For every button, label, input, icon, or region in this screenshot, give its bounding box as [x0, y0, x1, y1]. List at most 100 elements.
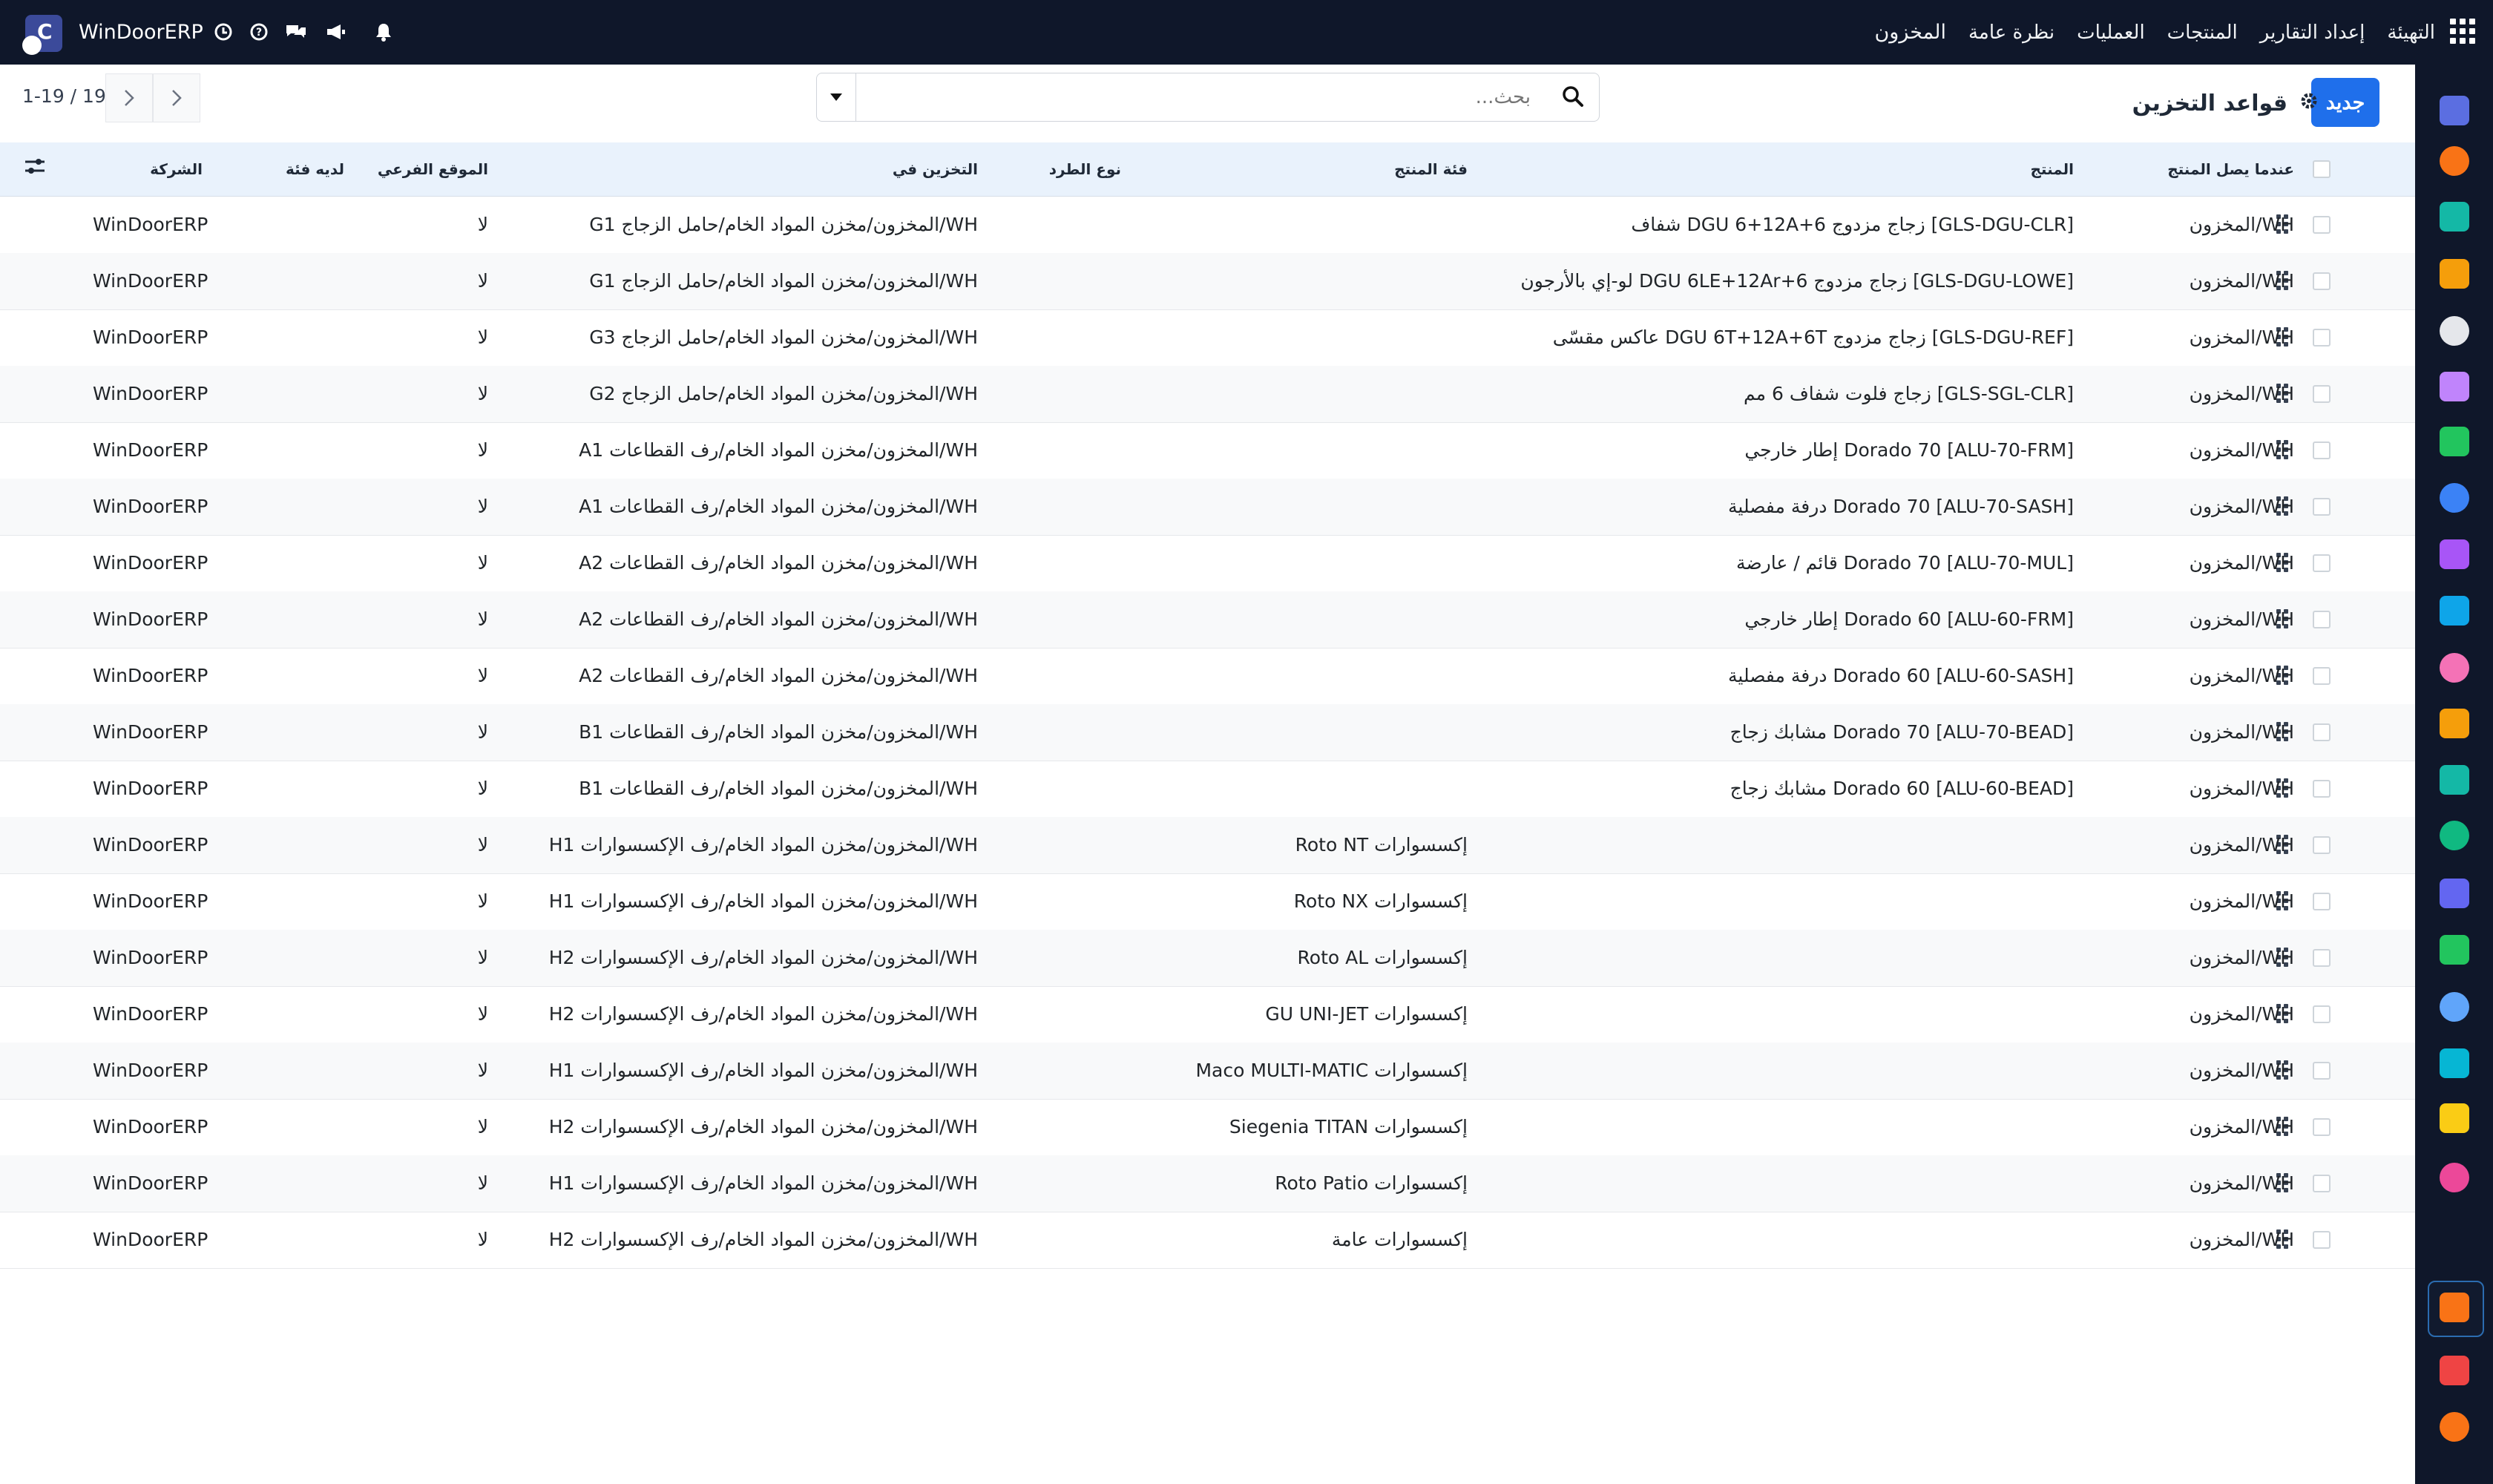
cell-store-to: WH/المخزون/مخزن المواد الخام/رف القطاعات… [579, 496, 978, 517]
column-header-arrival[interactable]: عندما يصل المنتج [2167, 142, 2294, 196]
column-header-company[interactable]: الشركة [150, 142, 203, 196]
row-checkbox[interactable] [2313, 893, 2331, 910]
select-all-checkbox[interactable] [2313, 160, 2331, 178]
row-checkbox[interactable] [2313, 1175, 2331, 1192]
menu-products[interactable]: المنتجات [2167, 22, 2238, 44]
table-row[interactable]: WH/المخزون [GLS-DGU-LOWE] زجاج مزدوج DGU … [0, 253, 2415, 310]
calendar-app-icon[interactable] [2440, 709, 2469, 738]
search-icon[interactable] [1560, 84, 1586, 109]
row-checkbox[interactable] [2313, 1005, 2331, 1023]
row-checkbox[interactable] [2313, 780, 2331, 798]
row-checkbox[interactable] [2313, 667, 2331, 685]
column-header-product-category[interactable]: فئة المنتج [1394, 142, 1468, 196]
row-checkbox[interactable] [2313, 554, 2331, 572]
row-checkbox[interactable] [2313, 611, 2331, 628]
column-header-package-type[interactable]: نوع الطرد [1049, 142, 1121, 196]
table-row[interactable]: WH/المخزون إكسسوارات Roto Patio WH/المخزون… [0, 1155, 2415, 1212]
cell-sublocation: لا [477, 326, 488, 348]
activity-clock-icon[interactable] [212, 21, 234, 43]
cell-sublocation: لا [477, 778, 488, 799]
pager-value[interactable]: 1-19 / 19 [22, 48, 106, 145]
table-row[interactable]: WH/المخزون إكسسوارات Roto NT WH/المخزون/مخ… [0, 817, 2415, 874]
row-checkbox[interactable] [2313, 836, 2331, 854]
menu-overview[interactable]: نظرة عامة [1968, 22, 2054, 44]
menu-operations[interactable]: العمليات [2077, 22, 2145, 44]
table-row[interactable]: WH/المخزون إكسسوارات Roto NX WH/المخزون/مخ… [0, 873, 2415, 930]
table-row[interactable]: WH/المخزون [GLS-DGU-REF] زجاج مزدوج DGU 6… [0, 309, 2415, 367]
cell-company: WinDoorERP [93, 890, 208, 912]
row-checkbox[interactable] [2313, 329, 2331, 347]
menu-reporting[interactable]: إعداد التقارير [2260, 22, 2365, 44]
announcement-icon[interactable] [325, 21, 347, 43]
notifications-bell-icon[interactable] [372, 21, 395, 43]
dashboard-app-icon[interactable] [2440, 879, 2469, 908]
pager-next-button[interactable] [153, 73, 200, 122]
pager-previous-button[interactable] [105, 73, 153, 122]
reporting-app-icon[interactable] [2440, 259, 2469, 289]
chat-app-icon[interactable] [2440, 146, 2469, 176]
table-row[interactable]: WH/المخزون إكسسوارات Roto AL WH/المخزون/مخ… [0, 930, 2415, 987]
table-row[interactable]: WH/المخزون إكسسوارات Siegenia TITAN WH/الم… [0, 1099, 2415, 1156]
new-button[interactable]: جديد [2311, 78, 2379, 127]
column-header-sublocation[interactable]: الموقع الفرعي [378, 142, 488, 196]
table-row[interactable]: WH/المخزون [ALU-70-MUL] Dorado 70 قائم / … [0, 535, 2415, 592]
inventory-box-app-icon[interactable] [2440, 316, 2469, 346]
cell-store-to: WH/المخزون/مخزن المواد الخام/حامل الزجاج… [589, 270, 978, 292]
column-header-store-to[interactable]: التخزين في [893, 142, 978, 196]
table-row[interactable]: WH/المخزون إكسسوارات GU UNI-JET WH/المخزون… [0, 986, 2415, 1043]
table-row[interactable]: WH/المخزون [ALU-70-SASH] Dorado 70 درفة م… [0, 479, 2415, 536]
table-row[interactable]: WH/المخزون [ALU-60-SASH] Dorado 60 درفة م… [0, 648, 2415, 705]
pie-app-icon[interactable] [2440, 1356, 2469, 1385]
row-checkbox[interactable] [2313, 1062, 2331, 1080]
knowledge-app-icon[interactable] [2440, 483, 2469, 513]
timer-app-icon[interactable] [2440, 992, 2469, 1022]
table-row[interactable]: WH/المخزون [ALU-60-BEAD] Dorado 60 مشابك … [0, 761, 2415, 818]
column-header-has-category[interactable]: لديه فئة [286, 142, 344, 196]
company-logo[interactable]: C [22, 15, 62, 55]
employees-app-icon[interactable] [2440, 653, 2469, 683]
cell-company: WinDoorERP [93, 214, 208, 235]
table-row[interactable]: WH/المخزون إكسسوارات عامة WH/المخزون/مخزن … [0, 1212, 2415, 1269]
settings-gear-icon[interactable] [2299, 91, 2319, 116]
whatsapp-app-icon[interactable] [2440, 935, 2469, 965]
optional-columns-settings-icon[interactable] [24, 156, 46, 180]
contacts-app-icon[interactable] [2440, 372, 2469, 401]
table-row[interactable]: WH/المخزون إكسسوارات Maco MULTI-MATIC WH/ا… [0, 1043, 2415, 1100]
invoicing-app-icon[interactable] [2440, 596, 2469, 626]
search-options-dropdown[interactable] [817, 73, 856, 121]
recruitment-app-icon[interactable] [2440, 821, 2469, 850]
row-checkbox[interactable] [2313, 385, 2331, 403]
table-row[interactable]: WH/المخزون [GLS-DGU-CLR] زجاج مزدوج DGU 6… [0, 197, 2415, 254]
sms-app-icon[interactable] [2440, 1163, 2469, 1192]
row-checkbox[interactable] [2313, 1118, 2331, 1136]
sign-app-icon[interactable] [2440, 765, 2469, 795]
mail-app-icon[interactable] [2440, 96, 2469, 125]
table-row[interactable]: WH/المخزون [ALU-70-BEAD] Dorado 70 مشابك … [0, 704, 2415, 761]
help-icon[interactable]: ? [248, 21, 270, 43]
website-app-icon[interactable] [2440, 1048, 2469, 1078]
table-row[interactable]: WH/المخزون [GLS-SGL-CLR] زجاج فلوت شفاف 6… [0, 366, 2415, 423]
sales-app-icon[interactable] [2440, 202, 2469, 232]
menu-configuration[interactable]: التهيئة [2387, 22, 2435, 44]
search-input[interactable] [861, 78, 1532, 116]
email-marketing-app-icon[interactable] [2440, 1103, 2469, 1133]
inventory-app-icon-active[interactable] [2440, 1293, 2469, 1322]
row-checkbox[interactable] [2313, 949, 2331, 967]
row-checkbox[interactable] [2313, 441, 2331, 459]
row-checkbox[interactable] [2313, 723, 2331, 741]
menu-app-inventory[interactable]: المخزون [1874, 21, 1946, 44]
table-row[interactable]: WH/المخزون [ALU-70-FRM] Dorado 70 إطار خا… [0, 422, 2415, 479]
row-checkbox[interactable] [2313, 1231, 2331, 1249]
column-header-product[interactable]: المنتج [2030, 142, 2074, 196]
apps-grid-icon[interactable] [2450, 19, 2475, 44]
row-checkbox[interactable] [2313, 216, 2331, 234]
hexagon-app-icon[interactable] [2440, 1412, 2469, 1442]
cell-arrival-location: WH/المخزون [2189, 1060, 2294, 1081]
cell-product: [GLS-DGU-LOWE] زجاج مزدوج DGU 6LE+12Ar+6… [1520, 270, 2074, 292]
row-checkbox[interactable] [2313, 498, 2331, 516]
table-row[interactable]: WH/المخزون [ALU-60-FRM] Dorado 60 إطار خا… [0, 591, 2415, 649]
messages-icon[interactable] [285, 21, 307, 43]
package-app-icon[interactable] [2440, 539, 2469, 569]
row-checkbox[interactable] [2313, 272, 2331, 290]
todo-app-icon[interactable] [2440, 427, 2469, 456]
